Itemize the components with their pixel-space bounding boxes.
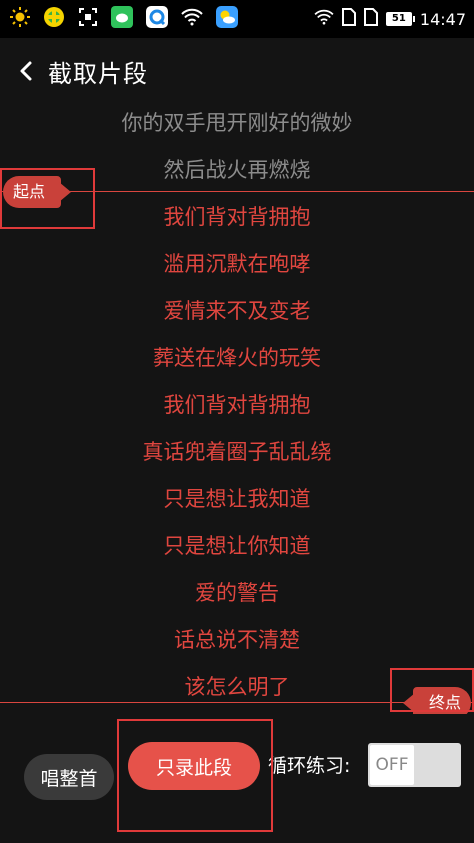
record-segment-button[interactable]: 只录此段 [128,742,260,790]
status-left-icons [10,6,251,32]
start-marker-line [0,191,474,192]
lyric-line: 只是想让你知道 [163,534,311,558]
lyric-line: 只是想让我知道 [163,487,311,511]
weather-icon [216,6,238,32]
sun-icon [10,7,30,31]
loop-practice-label: 循环练习: [268,755,351,777]
wifi-icon [314,9,334,29]
status-right-icons: 51 14:47 [306,8,466,30]
sim-icon [363,8,378,30]
lyric-line: 然后战火再燃烧 [163,158,311,182]
lyrics-area[interactable]: 你的双手甩开刚好的微妙 然后战火再燃烧 我们背对背拥抱 滥用沉默在咆哮 爱情来不… [0,104,474,714]
cloud-game-icon [43,6,65,32]
lyric-line: 滥用沉默在咆哮 [163,252,311,276]
title-bar: 截取片段 [0,38,474,104]
q-app-icon [146,6,168,32]
loop-toggle-knob: OFF [370,745,414,785]
lyric-line: 真话兜着圈子乱乱绕 [142,440,332,464]
start-marker-handle[interactable]: 起点 [3,176,71,208]
battery-icon: 51 [385,12,415,26]
lyric-line: 你的双手甩开刚好的微妙 [121,111,353,135]
loop-toggle[interactable]: OFF [368,743,461,787]
wifi-icon [181,8,203,30]
chevron-left-icon[interactable] [6,51,46,91]
status-bar: 51 14:47 [0,0,474,38]
sing-whole-button[interactable]: 唱整首 [24,754,114,800]
lyric-line: 我们背对背拥抱 [163,205,311,229]
lyric-line: 爱的警告 [195,581,279,605]
status-time: 14:47 [419,9,466,29]
lyric-line: 葬送在烽火的玩笑 [153,346,321,370]
scan-icon [78,7,98,31]
bottom-controls: 唱整首 只录此段 循环练习: OFF [0,714,474,843]
lyric-line: 话总说不清楚 [174,628,300,652]
lyric-line: 我们背对背拥抱 [163,393,311,417]
wechat-icon [111,6,133,32]
page-title: 截取片段 [48,59,148,88]
lyric-line: 爱情来不及变老 [163,299,311,323]
sim-icon [341,8,356,30]
